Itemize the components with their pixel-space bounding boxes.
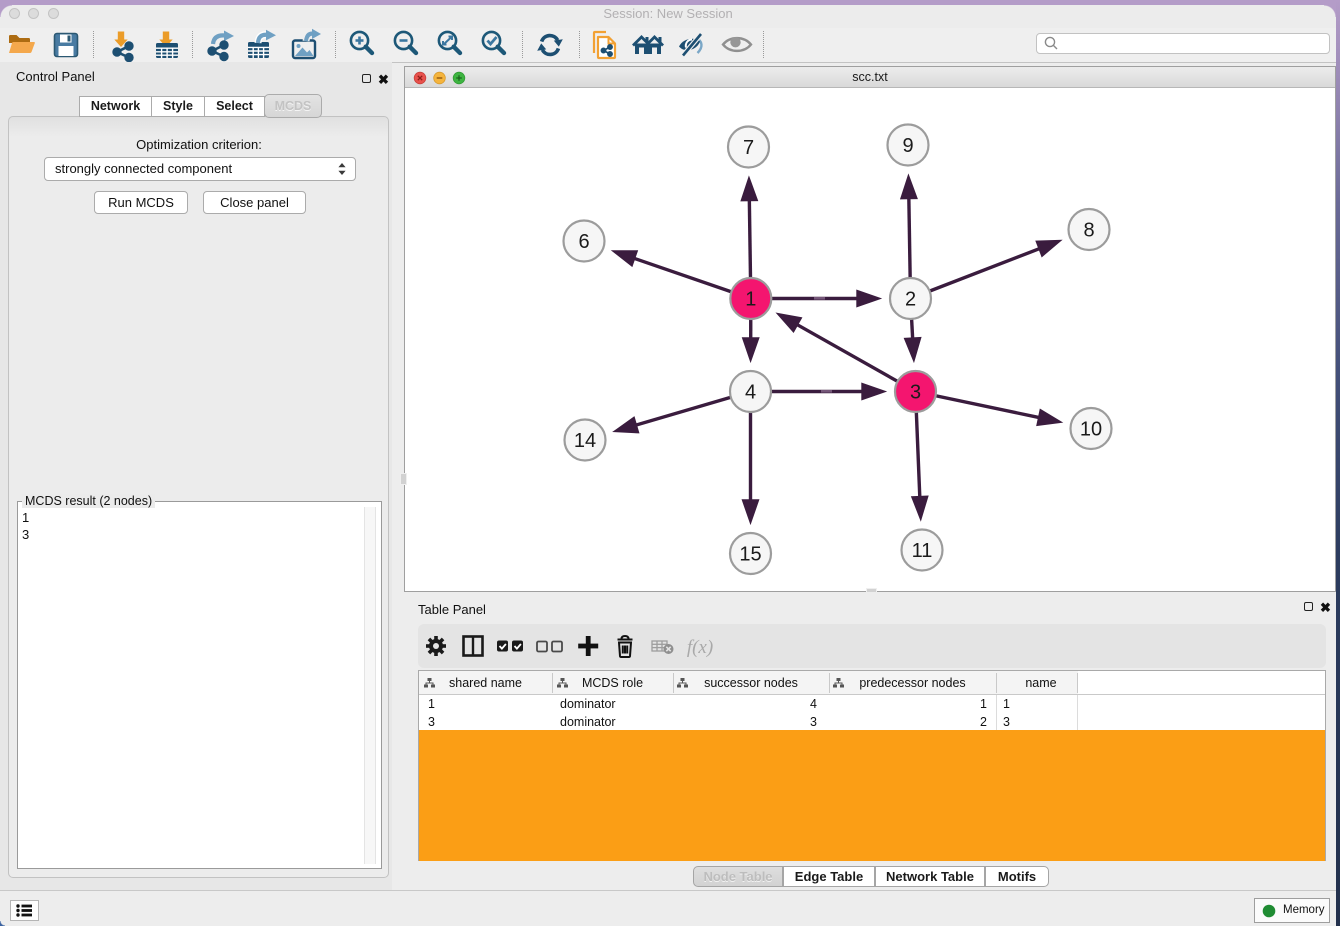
svg-text:8: 8 [1083,220,1094,242]
svg-text:14: 14 [574,430,596,452]
svg-text:2: 2 [905,289,916,311]
svg-text:1: 1 [745,289,756,311]
svg-text:9: 9 [902,135,913,157]
svg-text:6: 6 [578,231,589,253]
svg-text:f(x): f(x) [687,637,713,658]
svg-text:3: 3 [910,382,921,404]
svg-text:10: 10 [1080,419,1102,441]
svg-text:15: 15 [739,544,761,566]
svg-text:7: 7 [743,137,754,159]
svg-text:4: 4 [745,382,756,404]
svg-text:11: 11 [912,540,933,562]
